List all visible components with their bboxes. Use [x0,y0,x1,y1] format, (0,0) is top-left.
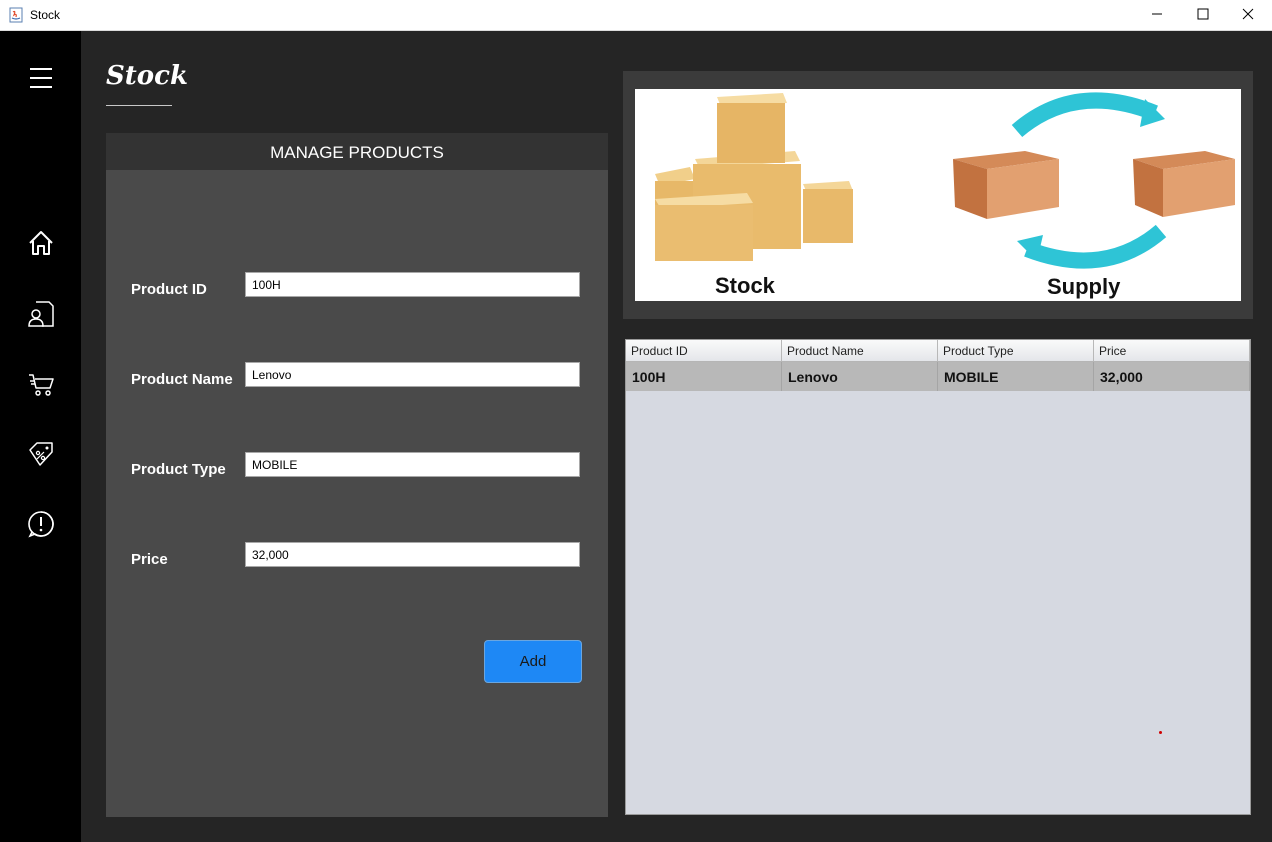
close-button[interactable] [1225,0,1271,31]
home-icon [27,229,55,262]
customer-document-icon [27,300,55,333]
minimize-button[interactable] [1134,0,1180,31]
page-title: Stock [106,61,188,91]
cursor-dot [1159,731,1162,734]
java-app-icon [9,7,23,23]
stock-supply-image: Stock Supply [635,89,1241,301]
title-underline [106,105,172,106]
sidebar-item-discounts[interactable] [26,441,56,471]
sidebar-item-home[interactable] [26,230,56,260]
table-header: Product ID Product Name Product Type Pri… [626,340,1250,362]
main-content: Stock MANAGE PRODUCTS Product ID Product… [81,31,1272,842]
table-cell: Lenovo [782,362,938,391]
window-title: Stock [30,8,61,22]
sidebar-item-cart[interactable] [26,371,56,401]
column-header[interactable]: Product Type [938,340,1094,361]
close-icon [1242,7,1254,25]
banner-frame: Stock Supply [623,71,1253,319]
table-row[interactable]: 100H Lenovo MOBILE 32,000 [626,362,1250,391]
stacked-boxes-graphic [655,93,853,261]
sidebar-item-customers[interactable] [26,300,56,333]
window-titlebar: Stock [0,0,1272,31]
column-header[interactable]: Product Name [782,340,938,361]
maximize-button[interactable] [1180,0,1226,31]
column-header[interactable]: Price [1094,340,1250,361]
add-button[interactable]: Add [484,640,582,683]
cardboard-box-right [1133,151,1235,217]
manage-products-panel: MANAGE PRODUCTS Product ID Product Name … [106,133,608,817]
cardboard-box-left [953,151,1059,219]
minimize-icon [1151,7,1163,25]
price-field[interactable] [245,542,580,567]
discount-tag-icon [27,440,55,473]
panel-header: MANAGE PRODUCTS [106,133,608,170]
menu-button[interactable] [26,65,56,95]
banner-stock-label: Stock [715,273,776,298]
product-id-field[interactable] [245,272,580,297]
alert-icon [27,510,55,543]
products-table[interactable]: Product ID Product Name Product Type Pri… [625,339,1251,815]
table-cell: MOBILE [938,362,1094,391]
table-cell: 32,000 [1094,362,1250,391]
product-type-field[interactable] [245,452,580,477]
sidebar-item-alerts[interactable] [26,510,56,543]
price-label: Price [131,551,168,568]
banner-supply-label: Supply [1047,274,1121,299]
product-name-label: Product Name [131,371,233,388]
product-id-label: Product ID [131,281,207,298]
product-type-label: Product Type [131,461,226,478]
menu-icon [28,66,54,95]
table-cell: 100H [626,362,782,391]
sidebar [0,31,81,842]
product-name-field[interactable] [245,362,580,387]
column-header[interactable]: Product ID [626,340,782,361]
cart-icon [27,370,55,403]
maximize-icon [1197,7,1209,25]
